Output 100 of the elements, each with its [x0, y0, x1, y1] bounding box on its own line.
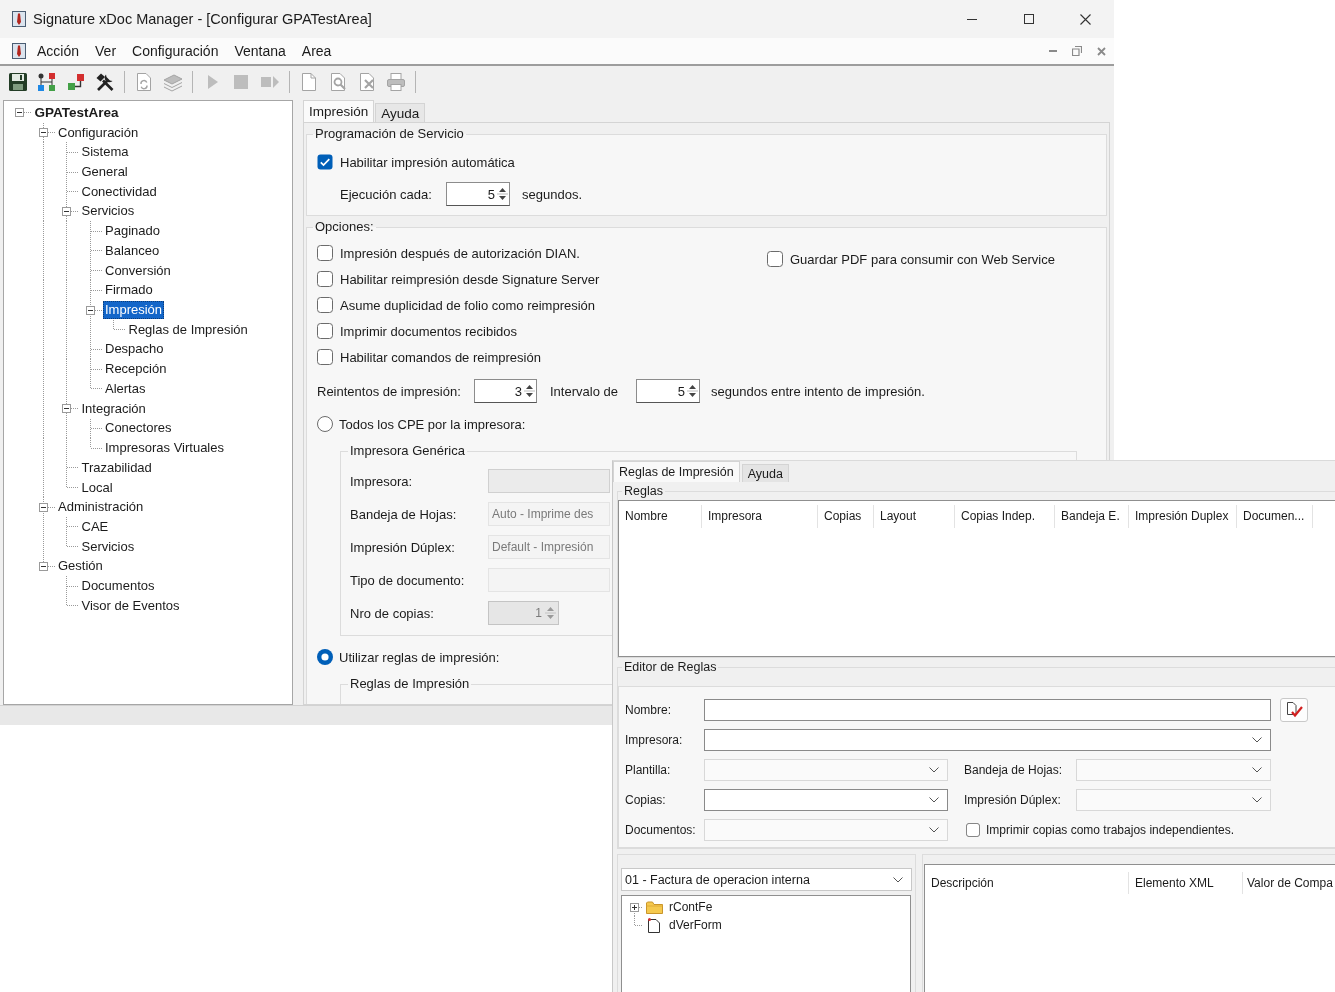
tab[interactable]: Ayuda	[741, 464, 789, 482]
dropdown[interactable]	[704, 789, 948, 811]
collapse-icon[interactable]	[38, 128, 48, 138]
tab[interactable]: Ayuda	[375, 103, 426, 122]
tab[interactable]: Reglas de Impresión	[613, 461, 740, 482]
checkbox[interactable]	[317, 271, 333, 287]
spin-box[interactable]: 5	[446, 182, 510, 206]
spin-box[interactable]: 5	[636, 379, 700, 403]
tree-item[interactable]: Visor de Eventos	[79, 596, 182, 615]
checkbox-label: Guardar PDF para consumir con Web Service	[790, 251, 1055, 267]
menu-item[interactable]: Ventana	[226, 39, 294, 63]
tree-item[interactable]: Configuración	[56, 123, 141, 142]
column-header[interactable]: Copias Indep.	[955, 505, 1055, 528]
collapse-icon[interactable]	[15, 108, 25, 118]
column-header[interactable]: Bandeja E.	[1055, 505, 1129, 528]
column-header[interactable]: Impresión Duplex	[1129, 505, 1237, 528]
field-label: Plantilla:	[625, 763, 672, 777]
column-header[interactable]: Layout	[874, 505, 955, 528]
field-label: Intervalo de	[550, 383, 619, 399]
group-title: Editor de Reglas	[623, 659, 718, 675]
menu-item[interactable]: Configuración	[124, 39, 227, 63]
close-icon	[1080, 13, 1091, 25]
tree-item[interactable]: Servicios	[79, 537, 137, 556]
tree-item[interactable]: Balanceo	[103, 241, 162, 260]
tab[interactable]: Impresión	[303, 100, 375, 122]
window-title: Signature xDoc Manager - [Configurar GPATestArea]	[33, 11, 372, 27]
menu-item[interactable]: Ver	[87, 39, 125, 63]
maximize-icon	[1023, 14, 1034, 24]
field-label: Bandeja de Hojas:	[964, 763, 1064, 777]
tree-item[interactable]: rContFe	[668, 900, 714, 914]
column-header[interactable]: Documen...	[1237, 505, 1313, 528]
tree-item[interactable]: Conversión	[103, 261, 173, 280]
tree-item[interactable]: Servicios	[79, 202, 137, 221]
collapse-icon[interactable]	[62, 206, 72, 216]
document-check-button[interactable]	[1280, 698, 1308, 722]
column-header[interactable]: Impresora	[702, 505, 818, 528]
tree-item[interactable]: Sistema	[79, 143, 131, 162]
column-header[interactable]: Elemento XML	[1129, 872, 1243, 894]
tree-item[interactable]: Local	[79, 478, 115, 497]
collapse-icon[interactable]	[38, 561, 48, 571]
field-label: Bandeja de Hojas:	[350, 506, 458, 522]
checkbox[interactable]	[767, 251, 783, 267]
radio-label: Todos los CPE por la impresora:	[339, 416, 526, 432]
checkbox[interactable]	[317, 154, 333, 170]
text-field[interactable]	[704, 699, 1271, 721]
tree-item[interactable]: CAE	[79, 517, 111, 536]
tree-item[interactable]: Impresoras Virtuales	[103, 439, 226, 458]
column-header[interactable]: Descripción	[925, 872, 1129, 894]
checkbox[interactable]	[317, 245, 333, 261]
field-label: Reintentos de impresión:	[317, 383, 462, 399]
folder-icon	[645, 900, 663, 914]
checkbox[interactable]	[966, 823, 980, 837]
tree-item[interactable]: Paginado	[103, 222, 162, 241]
tree-item[interactable]: Despacho	[103, 340, 166, 359]
tree-item[interactable]: dVerForm	[668, 918, 723, 932]
tree-item[interactable]: Firmado	[103, 281, 155, 300]
collapse-icon[interactable]	[38, 502, 48, 512]
column-header[interactable]: Nombre	[619, 505, 702, 528]
tree-item[interactable]: Impresión	[103, 301, 165, 320]
checkbox-label: Habilitar comandos de reimpresión	[340, 349, 541, 365]
tree-item[interactable]: Trazabilidad	[79, 458, 154, 477]
expand-icon[interactable]	[630, 902, 639, 912]
tree-item[interactable]: Conectividad	[79, 182, 159, 201]
collapse-icon[interactable]	[62, 404, 72, 414]
spin-box[interactable]: 3	[474, 379, 537, 403]
minimize-icon	[1049, 50, 1057, 52]
close-icon	[1096, 46, 1106, 56]
tree-item[interactable]: Integración	[79, 399, 148, 418]
column-header[interactable]: Copias	[818, 505, 874, 528]
tree-item[interactable]: Documentos	[79, 577, 157, 596]
tree-item[interactable]: Reglas de Impresión	[126, 320, 250, 339]
field-label: Nro de copias:	[350, 605, 435, 621]
checkbox-label: Impresión después de autorización DIAN.	[340, 245, 580, 261]
field-label: Nombre:	[625, 703, 672, 717]
column-header[interactable]: Valor de Compa	[1243, 872, 1335, 894]
chevron-down-icon	[893, 876, 903, 883]
dropdown[interactable]	[704, 729, 1271, 751]
spin-arrows-icon	[497, 185, 508, 203]
tree-item[interactable]: General	[79, 163, 130, 181]
field-label: Impresión Dúplex:	[350, 539, 456, 555]
checkbox[interactable]	[317, 323, 333, 339]
tree-item[interactable]: Recepción	[103, 360, 169, 379]
chevron-down-icon	[1252, 737, 1262, 743]
tree-item[interactable]: Conectores	[103, 419, 174, 438]
menu-item[interactable]: Acción	[29, 39, 88, 63]
app-icon	[12, 11, 26, 27]
tree-item[interactable]: Alertas	[103, 379, 148, 398]
collapse-icon[interactable]	[85, 305, 95, 315]
tree-item[interactable]: Gestión	[56, 557, 105, 576]
radio-button[interactable]	[317, 649, 333, 665]
field-label: Impresora:	[350, 473, 414, 489]
minimize-icon	[966, 18, 977, 20]
checkbox[interactable]	[317, 349, 333, 365]
radio-button[interactable]	[317, 416, 333, 432]
tree-item[interactable]: GPATestArea	[32, 103, 121, 122]
dropdown[interactable]: 01 - Factura de operacion interna	[621, 868, 912, 891]
tree-item[interactable]: Administración	[56, 498, 146, 517]
checkbox[interactable]	[317, 297, 333, 313]
menu-item[interactable]: Area	[293, 39, 340, 63]
document-check-icon	[1285, 702, 1303, 718]
